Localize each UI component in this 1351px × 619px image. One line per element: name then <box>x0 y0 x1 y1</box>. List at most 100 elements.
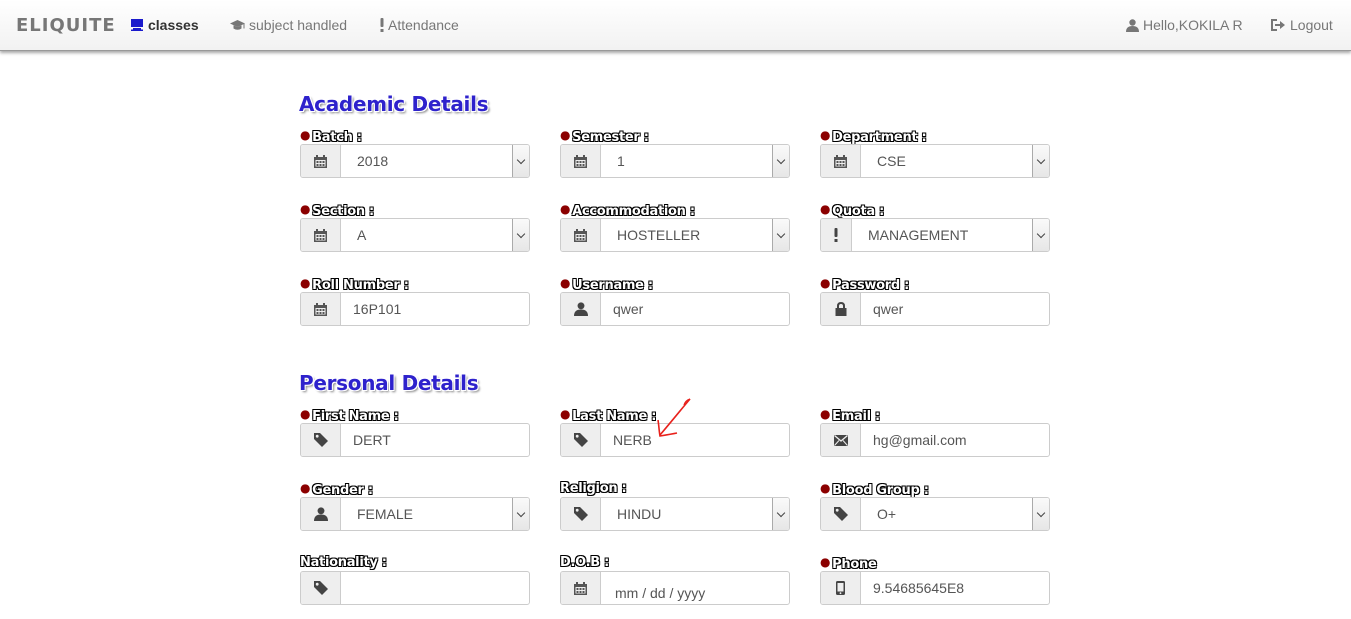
quota-field: ● Quota : MANAGEMENT <box>820 202 1050 252</box>
roll-number-field: ● Roll Number : 16P101 <box>300 276 530 326</box>
quota-value: MANAGEMENT <box>868 227 969 243</box>
chevron-down-icon[interactable] <box>772 145 789 177</box>
nationality-label: Nationality : <box>300 555 387 570</box>
batch-select[interactable]: 2018 <box>300 144 530 178</box>
tag-icon <box>561 498 601 530</box>
logout-link[interactable]: Logout <box>1271 17 1333 33</box>
required-marker: ● <box>820 128 831 142</box>
required-marker: ● <box>300 202 311 216</box>
department-value: CSE <box>877 153 906 169</box>
calendar-icon <box>821 145 861 177</box>
semester-field: ● Semester : 1 <box>560 128 790 178</box>
chevron-down-icon[interactable] <box>772 498 789 530</box>
gender-select[interactable]: FEMALE <box>300 497 530 531</box>
user-greeting[interactable]: Hello,KOKILA R <box>1126 17 1243 33</box>
user-icon <box>561 293 601 325</box>
monitor-icon <box>131 19 143 31</box>
required-marker: ● <box>300 128 311 142</box>
first-name-field: ● First Name : DERT <box>300 407 530 457</box>
logout-label: Logout <box>1290 17 1333 33</box>
required-marker: ● <box>820 481 831 495</box>
nationality-input[interactable] <box>300 571 530 605</box>
semester-select[interactable]: 1 <box>560 144 790 178</box>
nav-subject-handled[interactable]: subject handled <box>230 17 347 33</box>
username-input[interactable]: qwer <box>560 292 790 326</box>
password-label: Password : <box>832 278 909 293</box>
batch-value: 2018 <box>357 153 389 169</box>
first-name-input[interactable]: DERT <box>300 423 530 457</box>
batch-field: ● Batch : 2018 <box>300 128 530 178</box>
logout-icon <box>1271 19 1285 31</box>
department-field: ● Department : CSE <box>820 128 1050 178</box>
calendar-icon <box>561 572 601 604</box>
accommodation-value: HOSTELLER <box>617 227 701 243</box>
blood-group-select[interactable]: O+ <box>820 497 1050 531</box>
username-field: ● Username : qwer <box>560 276 790 326</box>
lock-icon <box>821 293 861 325</box>
accommodation-label: Accommodation : <box>572 204 695 219</box>
required-marker: ● <box>560 407 571 421</box>
academic-details-heading: Academic Details <box>299 92 489 116</box>
gender-field: ● Gender : FEMALE <box>300 481 530 531</box>
email-input[interactable]: hg@gmail.com <box>820 423 1050 457</box>
religion-field: Religion : HINDU <box>560 481 790 531</box>
chevron-down-icon[interactable] <box>1032 219 1049 251</box>
dob-value: mm / dd / yyyy <box>615 585 706 601</box>
gender-value: FEMALE <box>357 506 414 522</box>
password-input[interactable]: qwer <box>820 292 1050 326</box>
religion-select[interactable]: HINDU <box>560 497 790 531</box>
chevron-down-icon[interactable] <box>512 219 529 251</box>
nav-attendance[interactable]: Attendance <box>379 17 459 33</box>
gender-label: Gender : <box>312 483 373 498</box>
user-icon <box>1126 18 1139 32</box>
calendar-icon <box>301 293 341 325</box>
required-marker: ● <box>300 407 311 421</box>
user-icon <box>301 498 341 530</box>
dob-label: D.O.B : <box>560 555 609 570</box>
chevron-down-icon[interactable] <box>772 219 789 251</box>
blood-group-field: ● Blood Group : O+ <box>820 481 1050 531</box>
chevron-down-icon[interactable] <box>1032 498 1049 530</box>
calendar-icon <box>301 219 341 251</box>
tag-icon <box>301 424 341 456</box>
user-greeting-label: Hello,KOKILA R <box>1143 17 1243 33</box>
personal-details-heading: Personal Details <box>299 371 479 395</box>
nav-subject-handled-label: subject handled <box>249 17 348 33</box>
password-value: qwer <box>873 301 904 317</box>
department-select[interactable]: CSE <box>820 144 1050 178</box>
mobile-icon <box>821 572 861 604</box>
nav-classes[interactable]: classes <box>131 17 199 33</box>
required-marker: ● <box>300 481 311 495</box>
chevron-down-icon[interactable] <box>512 145 529 177</box>
graduation-cap-icon <box>230 19 245 31</box>
username-label: Username : <box>572 278 653 293</box>
chevron-down-icon[interactable] <box>512 498 529 530</box>
calendar-icon <box>561 219 601 251</box>
chevron-down-icon[interactable] <box>1032 145 1049 177</box>
section-label: Section : <box>312 204 374 219</box>
semester-value: 1 <box>617 153 625 169</box>
top-navbar: ELIQUITE classes subject handled Attenda… <box>0 0 1351 51</box>
tag-icon <box>561 424 601 456</box>
required-marker: ● <box>300 276 311 290</box>
email-value: hg@gmail.com <box>873 432 967 448</box>
accommodation-select[interactable]: HOSTELLER <box>560 218 790 252</box>
brand-logo[interactable]: ELIQUITE <box>16 15 116 36</box>
roll-number-label: Roll Number : <box>312 278 409 293</box>
email-field: ● Email : hg@gmail.com <box>820 407 1050 457</box>
section-field: ● Section : A <box>300 202 530 252</box>
section-select[interactable]: A <box>300 218 530 252</box>
quota-select[interactable]: MANAGEMENT <box>820 218 1050 252</box>
phone-input[interactable]: 9.54685645E8 <box>820 571 1050 605</box>
required-marker: ● <box>820 555 831 569</box>
roll-number-value: 16P101 <box>353 301 402 317</box>
tag-icon <box>301 572 341 604</box>
phone-field: ● Phone 9.54685645E8 <box>820 555 1050 605</box>
nationality-value <box>341 572 529 604</box>
nationality-field: Nationality : <box>300 555 530 605</box>
nav-classes-label: classes <box>148 17 199 33</box>
phone-value: 9.54685645E8 <box>873 580 965 596</box>
roll-number-input[interactable]: 16P101 <box>300 292 530 326</box>
dob-input[interactable]: mm / dd / yyyy <box>560 571 790 605</box>
required-marker: ● <box>820 276 831 290</box>
